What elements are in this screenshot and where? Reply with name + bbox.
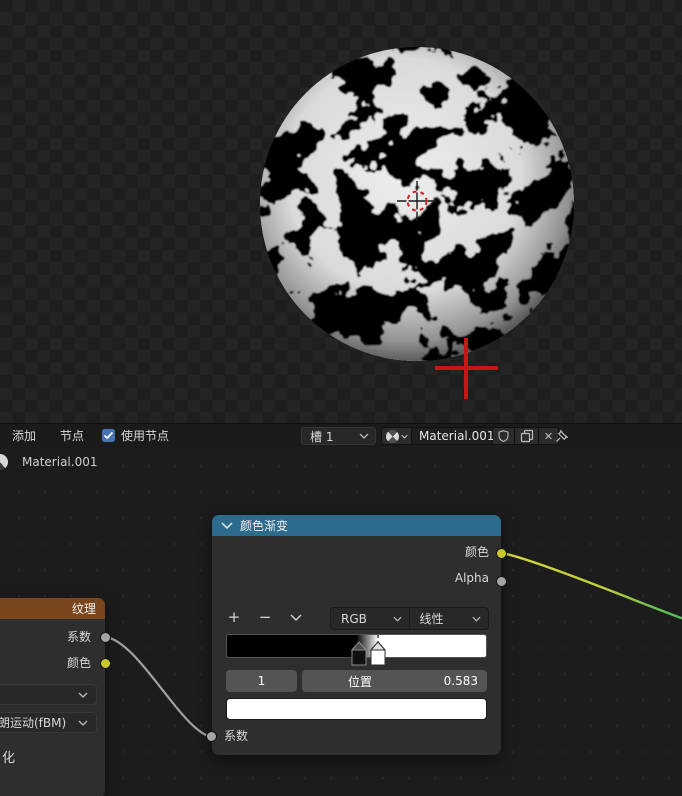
pin-icon[interactable]: [554, 428, 570, 444]
add-stop-button[interactable]: +: [222, 606, 246, 628]
input-fac-socket[interactable]: [206, 731, 217, 742]
output-color-socket[interactable]: [496, 548, 507, 559]
material-sphere-icon: [0, 454, 8, 470]
chevron-down-icon: [78, 692, 88, 698]
chevron-down-icon: [78, 720, 88, 726]
texture-dropdown-1[interactable]: [0, 684, 97, 705]
noise-type-dropdown[interactable]: 朗运动(fBM): [0, 712, 97, 733]
collapse-chevron-icon[interactable]: [221, 522, 233, 529]
shader-editor-canvas[interactable]: Material.001 纹理 系数 颜色 朗运动(fBM) 化 颜色渐变 颜色…: [0, 447, 682, 796]
output-fac-socket[interactable]: [100, 632, 111, 643]
ramp-stop-handle-white-active[interactable]: [369, 641, 387, 666]
link-color-output: [501, 551, 682, 620]
material-name-field[interactable]: Material.001: [412, 428, 494, 444]
slot-dropdown[interactable]: 槽 1: [301, 427, 376, 445]
noise-texture-node[interactable]: 纹理 系数 颜色 朗运动(fBM) 化: [0, 598, 111, 796]
chevron-down-icon: [392, 616, 402, 622]
output-color-socket[interactable]: [100, 658, 111, 669]
node-body: [0, 619, 105, 796]
shader-editor-header: 添加 节点 使用节点 槽 1 Material.001 ✕: [0, 423, 682, 447]
paint-cursor-horizontal: [435, 366, 498, 370]
close-icon: ✕: [543, 429, 554, 443]
output-color-label: 颜色: [464, 545, 489, 559]
chevron-down-icon: [290, 614, 302, 621]
breadcrumb: Material.001: [22, 455, 98, 469]
ramp-stop-handle-black[interactable]: [350, 641, 368, 666]
link-fac-to-fac: [105, 635, 212, 739]
checkbox-checked-icon: [102, 429, 116, 442]
interpolation-label: 线性: [419, 612, 444, 626]
node-title: 纹理: [71, 602, 96, 616]
chevron-down-icon: [400, 434, 408, 439]
shield-icon: [498, 430, 509, 443]
fake-user-button[interactable]: [493, 428, 514, 444]
menu-node[interactable]: 节点: [48, 427, 96, 444]
duplicate-icon: [520, 429, 533, 443]
normalize-label: 化: [2, 751, 16, 766]
browse-material-button[interactable]: [382, 428, 411, 444]
chevron-down-icon: [359, 433, 369, 439]
noise-type-label: 朗运动(fBM): [0, 716, 67, 730]
output-alpha-label: Alpha: [454, 571, 489, 585]
3d-cursor-icon: [397, 181, 437, 221]
remove-stop-button[interactable]: −: [253, 606, 277, 628]
material-sphere-icon: [385, 429, 399, 443]
use-nodes-toggle[interactable]: 使用节点: [102, 427, 169, 444]
color-mode-label: RGB: [341, 611, 367, 626]
position-label: 位置: [348, 674, 373, 689]
stop-color-swatch[interactable]: [226, 698, 487, 720]
menu-add[interactable]: 添加: [0, 427, 48, 444]
interpolation-dropdown[interactable]: 线性: [409, 608, 488, 629]
use-nodes-label: 使用节点: [121, 429, 170, 443]
specials-dropdown-button[interactable]: [284, 606, 308, 628]
chevron-down-icon: [472, 616, 481, 622]
color-ramp-node[interactable]: 颜色渐变 颜色 Alpha + − RGB 线性 1 位置 0.583 系数: [206, 515, 507, 755]
color-ramp-handles: [350, 635, 387, 666]
output-color-label: 颜色: [66, 656, 91, 670]
material-datablock-selector: Material.001 ✕: [381, 427, 559, 445]
output-fac-label: 系数: [66, 630, 91, 644]
input-fac-label: 系数: [224, 729, 249, 743]
ramp-dropdowns: RGB 线性: [330, 607, 489, 630]
node-header[interactable]: 颜色渐变: [212, 515, 501, 536]
node-title: 颜色渐变: [240, 519, 289, 533]
color-mode-dropdown[interactable]: RGB: [331, 608, 409, 629]
output-alpha-socket[interactable]: [496, 576, 507, 587]
new-material-button[interactable]: [515, 428, 538, 444]
position-value: 0.583: [443, 674, 478, 688]
slot-dropdown-label: 槽 1: [310, 429, 334, 444]
3d-viewport[interactable]: [0, 0, 682, 423]
blender-window: 添加 节点 使用节点 槽 1 Material.001 ✕ Material.0…: [0, 0, 682, 796]
